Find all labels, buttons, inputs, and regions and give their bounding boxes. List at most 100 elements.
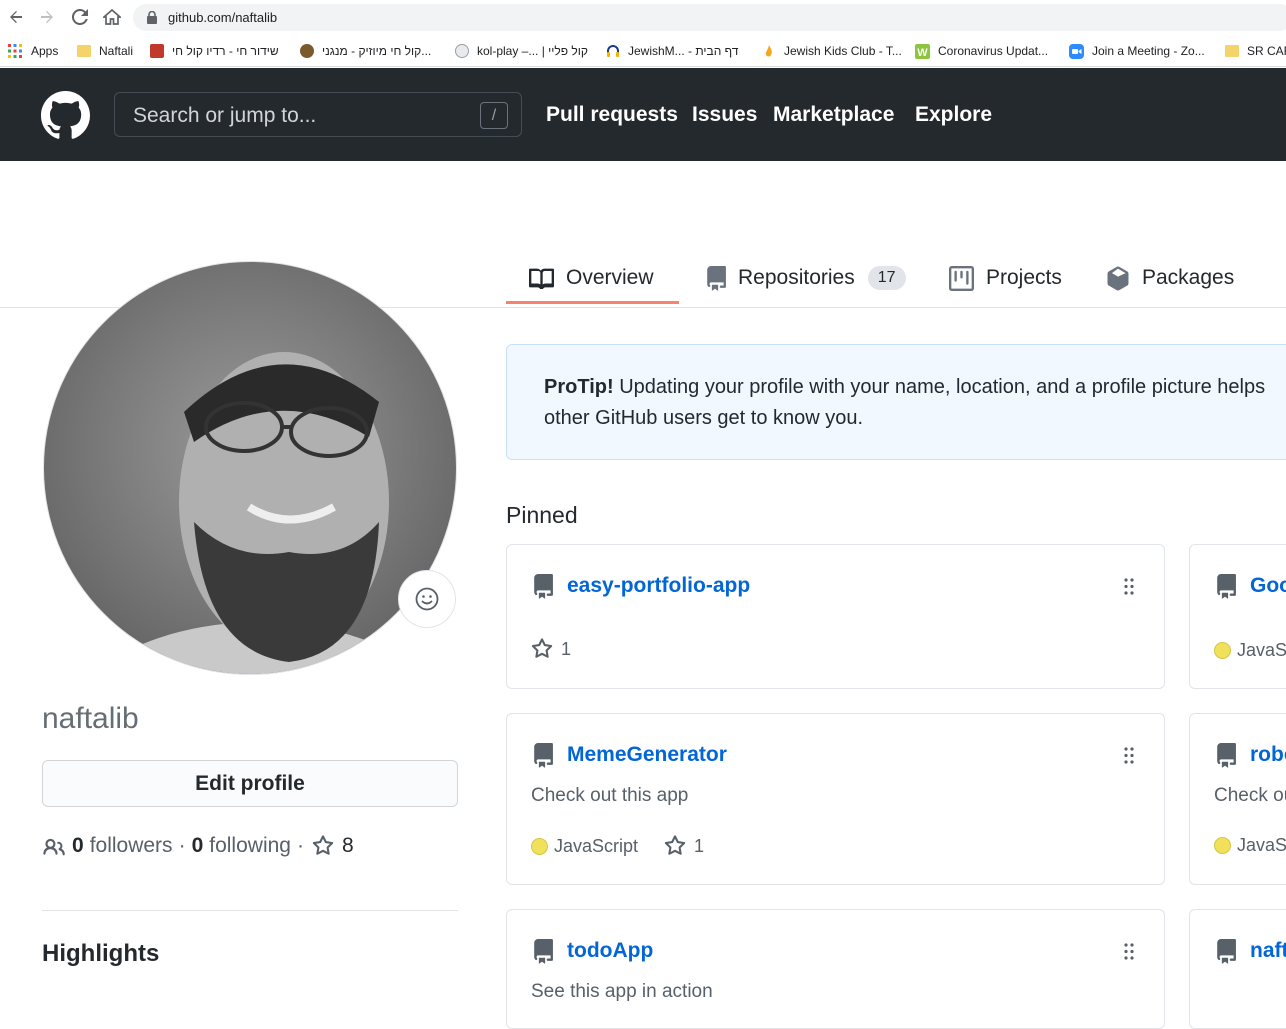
back-icon[interactable] xyxy=(5,6,27,28)
repo-language: JavaScript xyxy=(554,835,639,856)
divider xyxy=(42,910,458,911)
drag-handle-icon[interactable] xyxy=(1124,578,1134,600)
star-icon[interactable] xyxy=(664,835,686,857)
bookmark-kolplay[interactable]: kol-play –... | קול פליי xyxy=(455,42,588,60)
apps-grid-icon xyxy=(8,44,22,58)
dot-separator: · xyxy=(296,834,304,857)
pinned-repo-link[interactable]: robo xyxy=(1250,743,1286,767)
package-icon xyxy=(1106,265,1130,291)
worldometer-icon: W xyxy=(915,43,930,59)
search-placeholder: Search or jump to... xyxy=(133,104,317,127)
repo-icon xyxy=(531,743,553,773)
book-icon xyxy=(529,267,554,289)
address-bar[interactable]: github.com/naftalib xyxy=(133,4,1286,31)
pinned-card: todoApp See this app in action xyxy=(506,909,1165,1029)
github-header: Search or jump to... / Pull requests Iss… xyxy=(0,68,1286,161)
avatar xyxy=(43,261,457,675)
tab-packages[interactable]: Packages xyxy=(1106,256,1234,300)
following-link[interactable]: 0 following xyxy=(192,834,291,858)
bookmark-sr-car[interactable]: SR CAR xyxy=(1225,42,1286,60)
pinned-card: MemeGenerator Check out this app JavaScr… xyxy=(506,713,1165,885)
followers-link[interactable]: 0 followers xyxy=(72,834,173,858)
search-shortcut-key: / xyxy=(480,102,508,129)
highlights-heading: Highlights xyxy=(42,940,160,967)
following-label: following xyxy=(209,834,291,857)
pinned-heading: Pinned xyxy=(506,502,578,528)
pinned-card: robo Check ou JavaSc xyxy=(1189,713,1286,885)
star-icon[interactable] xyxy=(531,638,553,660)
stars-link[interactable]: 8 xyxy=(312,834,360,858)
radio-icon xyxy=(150,44,164,58)
repo-count-badge: 17 xyxy=(867,266,906,290)
active-tab-indicator xyxy=(506,301,679,304)
tab-projects[interactable]: Projects xyxy=(949,256,1062,300)
repo-language: JavaSc xyxy=(1237,835,1286,855)
nav-marketplace[interactable]: Marketplace xyxy=(773,103,894,127)
kolplay-icon xyxy=(455,44,469,58)
pinned-repo-link[interactable]: MemeGenerator xyxy=(567,743,727,767)
follow-stats: 0 followers · 0 following · 8 xyxy=(42,834,360,858)
star-count: 1 xyxy=(561,638,572,659)
bookmark-label: Apps xyxy=(31,44,59,58)
github-logo-icon[interactable] xyxy=(41,91,90,145)
avatar-photo xyxy=(89,352,429,674)
pinned-repo-link[interactable]: easy-portfolio-app xyxy=(567,574,750,598)
lock-icon xyxy=(147,10,157,29)
bookmark-coronavirus[interactable]: W Coronavirus Updat... xyxy=(915,42,1048,60)
bookmark-kids-club[interactable]: Jewish Kids Club - T... xyxy=(762,42,902,60)
nav-pull-requests[interactable]: Pull requests xyxy=(546,103,678,127)
repo-meta: 1 xyxy=(531,638,571,660)
bookmark-apps[interactable]: Apps xyxy=(8,42,58,60)
tab-label: Projects xyxy=(986,266,1062,289)
tab-repositories[interactable]: Repositories 17 xyxy=(704,256,906,300)
pinned-card: Goo JavaSc xyxy=(1189,544,1286,689)
star-count: 1 xyxy=(694,835,705,856)
pinned-repo-link[interactable]: Goo xyxy=(1250,574,1286,598)
search-input[interactable]: Search or jump to... / xyxy=(114,92,522,137)
dot-separator: · xyxy=(178,834,186,857)
repo-meta: JavaSc xyxy=(1214,835,1286,856)
repo-language: JavaSc xyxy=(1237,640,1286,660)
bookmark-naftali[interactable]: Naftali xyxy=(77,42,133,60)
home-icon[interactable] xyxy=(101,6,123,28)
pinned-card: easy-portfolio-app 1 xyxy=(506,544,1165,689)
tab-label: Overview xyxy=(566,266,654,289)
bookmark-label: SR CAR xyxy=(1247,44,1286,58)
pinned-card: naft xyxy=(1189,909,1286,1029)
repo-icon xyxy=(704,265,726,291)
bookmark-jewishm[interactable]: JewishM... - דף הבית xyxy=(606,42,738,60)
tab-overview[interactable]: Overview xyxy=(529,256,654,300)
bookmark-zoom[interactable]: Join a Meeting - Zo... xyxy=(1069,42,1205,60)
bookmark-music[interactable]: קול חי מיוזיק - מנגני... xyxy=(300,42,431,60)
pinned-repo-link[interactable]: naft xyxy=(1250,939,1286,963)
headphones-icon xyxy=(606,44,620,58)
stars-count: 8 xyxy=(341,834,354,857)
profile-username: naftalib xyxy=(42,702,139,735)
bookmark-label: Coronavirus Updat... xyxy=(938,44,1049,58)
forward-icon[interactable] xyxy=(36,6,58,28)
followers-count: 0 xyxy=(72,834,84,857)
edit-profile-button[interactable]: Edit profile xyxy=(42,760,458,807)
folder-icon xyxy=(1225,45,1239,57)
repo-meta: JavaSc xyxy=(1214,640,1286,661)
browser-toolbar: github.com/naftalib xyxy=(0,0,1286,35)
reload-icon[interactable] xyxy=(69,6,91,28)
drag-handle-icon[interactable] xyxy=(1124,747,1134,769)
svg-text:W: W xyxy=(917,47,928,59)
people-icon xyxy=(42,836,66,856)
set-status-button[interactable] xyxy=(398,570,456,628)
protip-text: ProTip! Updating your profile with your … xyxy=(544,372,1286,434)
project-icon xyxy=(949,265,974,291)
music-icon xyxy=(300,44,314,58)
bookmark-label: Join a Meeting - Zo... xyxy=(1092,44,1205,58)
repo-icon xyxy=(1214,743,1236,773)
smiley-icon xyxy=(415,587,439,611)
bookmark-radio[interactable]: שידור חי - רדיו קול חי xyxy=(150,42,279,60)
nav-issues[interactable]: Issues xyxy=(692,103,757,127)
nav-explore[interactable]: Explore xyxy=(915,103,992,127)
pinned-repo-link[interactable]: todoApp xyxy=(567,939,653,963)
bookmark-label: Naftali xyxy=(99,44,134,58)
drag-handle-icon[interactable] xyxy=(1124,943,1134,965)
repo-icon xyxy=(1214,574,1236,604)
folder-icon xyxy=(77,45,91,57)
